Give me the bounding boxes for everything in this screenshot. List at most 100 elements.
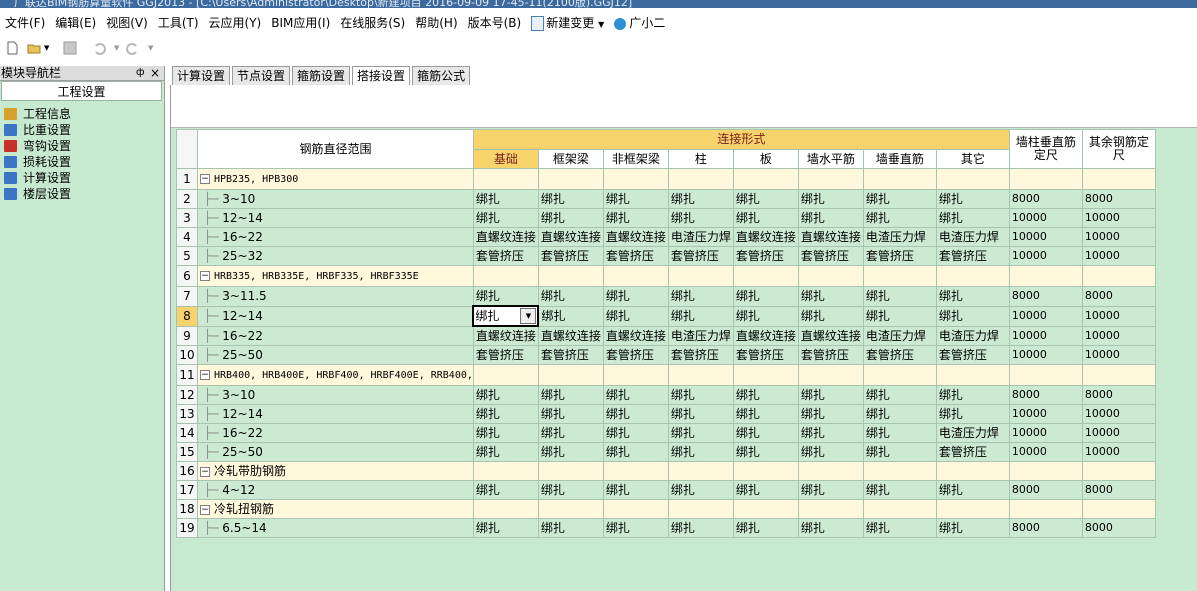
connection-cell[interactable]: 绑扎 bbox=[602, 442, 669, 462]
connection-cell[interactable]: 绑扎 bbox=[537, 423, 604, 443]
table-row[interactable]: 7 ├─ 3~11.5 绑扎 绑扎 绑扎 绑扎 绑扎 绑扎 绑扎 绑扎 8000 8000 bbox=[176, 286, 1156, 307]
row-number[interactable]: 17 bbox=[176, 480, 198, 500]
connection-cell[interactable]: 绑扎 bbox=[537, 518, 604, 538]
connection-cell[interactable]: 绑扎 bbox=[472, 423, 539, 443]
connection-cell[interactable]: 绑扎 bbox=[797, 208, 864, 228]
connection-cell[interactable]: 直螺纹连接 bbox=[732, 227, 799, 247]
menu-bim[interactable]: BIM应用(I) bbox=[266, 12, 335, 34]
connection-cell[interactable]: 套管挤压 bbox=[935, 345, 1010, 365]
other-length-cell[interactable]: 8000 bbox=[1081, 286, 1156, 307]
row-number[interactable]: 8 bbox=[176, 305, 198, 327]
connection-cell[interactable]: 绑扎 bbox=[935, 385, 1010, 405]
connection-cell[interactable]: 直螺纹连接 bbox=[797, 227, 864, 247]
connection-cell[interactable]: 绑扎 bbox=[667, 518, 734, 538]
connection-cell[interactable]: 绑扎 bbox=[862, 442, 937, 462]
connection-cell[interactable]: 绑扎 bbox=[935, 305, 1010, 327]
other-length-cell[interactable]: 8000 bbox=[1081, 189, 1156, 209]
connection-cell[interactable]: 绑扎 bbox=[667, 208, 734, 228]
connection-cell[interactable]: 绑扎 bbox=[472, 442, 539, 462]
connection-cell[interactable]: 绑扎 bbox=[732, 208, 799, 228]
nav-item[interactable]: 楼层设置 bbox=[4, 186, 71, 202]
connection-cell[interactable]: 套管挤压 bbox=[602, 345, 669, 365]
connection-cell[interactable]: 套管挤压 bbox=[537, 246, 604, 266]
menu-cloud[interactable]: 云应用(Y) bbox=[204, 12, 267, 34]
connection-cell[interactable]: 绑扎 bbox=[732, 423, 799, 443]
connection-cell[interactable]: 绑扎 bbox=[862, 385, 937, 405]
connection-cell[interactable]: 绑扎 bbox=[472, 404, 539, 424]
redo-dropdown-icon[interactable]: ▼ bbox=[148, 44, 153, 52]
row-number[interactable]: 2 bbox=[176, 189, 198, 209]
connection-cell[interactable]: 绑扎 bbox=[797, 518, 864, 538]
connection-cell[interactable]: 绑扎 bbox=[537, 404, 604, 424]
connection-cell[interactable]: 绑扎 bbox=[935, 404, 1010, 424]
connection-cell[interactable]: 套管挤压 bbox=[797, 246, 864, 266]
table-row[interactable]: 9 ├─ 16~22 直螺纹连接 直螺纹连接 直螺纹连接 电渣压力焊 直螺纹连接 直螺纹连接电… bbox=[176, 325, 1156, 346]
wall-column-length-cell[interactable]: 10000 bbox=[1008, 345, 1083, 365]
undo-icon[interactable] bbox=[92, 41, 106, 55]
wall-column-length-cell[interactable]: 10000 bbox=[1008, 404, 1083, 424]
other-length-cell[interactable]: 10000 bbox=[1081, 404, 1156, 424]
connection-cell[interactable]: 套管挤压 bbox=[732, 345, 799, 365]
connection-cell[interactable]: 绑扎 bbox=[667, 423, 734, 443]
connection-cell[interactable]: 绑扎 bbox=[667, 480, 734, 500]
connection-cell[interactable]: 电渣压力焊 bbox=[935, 423, 1010, 443]
wall-column-length-cell[interactable]: 8000 bbox=[1008, 189, 1083, 209]
other-length-cell[interactable]: 10000 bbox=[1081, 227, 1156, 247]
connection-cell[interactable]: 绑扎 bbox=[862, 518, 937, 538]
connection-cell[interactable]: 直螺纹连接 bbox=[602, 325, 669, 346]
connection-cell[interactable]: 套管挤压 bbox=[602, 246, 669, 266]
group-row[interactable]: 1− HPB235, HPB300 bbox=[176, 168, 1156, 190]
row-number[interactable]: 6 bbox=[176, 265, 198, 287]
pin-icon[interactable]: ф bbox=[136, 66, 145, 80]
nav-item[interactable]: 计算设置 bbox=[4, 170, 71, 186]
connection-cell[interactable]: 套管挤压 bbox=[935, 442, 1010, 462]
connection-cell[interactable]: 电渣压力焊 bbox=[862, 325, 937, 346]
nav-section-project-settings[interactable]: 工程设置 bbox=[1, 81, 162, 101]
connection-cell[interactable]: 电渣压力焊 bbox=[935, 227, 1010, 247]
connection-cell[interactable]: 直螺纹连接 bbox=[537, 325, 604, 346]
connection-cell[interactable]: 绑扎 bbox=[862, 480, 937, 500]
wall-column-length-cell[interactable]: 10000 bbox=[1008, 442, 1083, 462]
menu-view[interactable]: 视图(V) bbox=[101, 12, 153, 34]
connection-cell[interactable]: 套管挤压 bbox=[797, 345, 864, 365]
row-number[interactable]: 10 bbox=[176, 345, 198, 365]
row-number[interactable]: 1 bbox=[176, 168, 198, 190]
table-row[interactable]: 3 ├─ 12~14 绑扎 绑扎 绑扎 绑扎 绑扎 绑扎 绑扎 绑扎 10000 10000 bbox=[176, 208, 1156, 228]
connection-cell[interactable]: 绑扎 bbox=[667, 385, 734, 405]
tab[interactable]: 节点设置 bbox=[232, 66, 291, 85]
connection-cell[interactable]: 绑扎 bbox=[602, 189, 669, 209]
collapse-icon[interactable]: − bbox=[200, 369, 210, 380]
connection-cell[interactable]: 绑扎 bbox=[667, 286, 734, 307]
tab[interactable]: 箍筋公式 bbox=[412, 66, 471, 85]
connection-cell[interactable]: 直螺纹连接 bbox=[537, 227, 604, 247]
connection-cell[interactable]: 绑扎 bbox=[667, 442, 734, 462]
group-row[interactable]: 6− HRB335, HRB335E, HRBF335, HRBF335E bbox=[176, 265, 1156, 287]
new-change-menu[interactable]: 新建变更 ▼ bbox=[526, 12, 609, 34]
connection-cell[interactable]: 电渣压力焊 bbox=[935, 325, 1010, 346]
connection-cell[interactable]: 绑扎 bbox=[797, 385, 864, 405]
tab[interactable]: 搭接设置 bbox=[352, 66, 411, 86]
table-row[interactable]: 8 ├─ 12~14 ▼ 绑扎 绑扎 绑扎 绑扎 绑扎 绑扎 绑扎 绑扎 10000 10000 bbox=[176, 305, 1156, 327]
connection-cell[interactable]: 绑扎 bbox=[732, 404, 799, 424]
connection-cell[interactable]: 绑扎 bbox=[667, 189, 734, 209]
connection-cell[interactable]: 绑扎 bbox=[732, 442, 799, 462]
connection-cell[interactable]: 绑扎 bbox=[797, 404, 864, 424]
connection-cell[interactable]: 绑扎 bbox=[602, 423, 669, 443]
other-length-cell[interactable]: 10000 bbox=[1081, 208, 1156, 228]
connection-cell[interactable]: 绑扎 bbox=[602, 404, 669, 424]
other-length-cell[interactable]: 10000 bbox=[1081, 423, 1156, 443]
connection-cell[interactable]: 绑扎 bbox=[667, 404, 734, 424]
dropdown-arrow-icon[interactable]: ▼ bbox=[520, 308, 537, 324]
nav-item[interactable]: 工程信息 bbox=[4, 106, 71, 122]
connection-cell[interactable]: 绑扎 bbox=[935, 480, 1010, 500]
row-number[interactable]: 12 bbox=[176, 385, 198, 405]
connection-cell[interactable]: 绑扎 bbox=[472, 208, 539, 228]
connection-cell[interactable]: 绑扎 bbox=[537, 305, 604, 327]
connection-cell[interactable]: 电渣压力焊 bbox=[667, 325, 734, 346]
wall-column-length-cell[interactable]: 10000 bbox=[1008, 246, 1083, 266]
wall-column-length-cell[interactable]: 10000 bbox=[1008, 305, 1083, 327]
wall-column-length-cell[interactable]: 8000 bbox=[1008, 385, 1083, 405]
open-folder-icon[interactable] bbox=[27, 41, 41, 55]
table-row[interactable]: 12 ├─ 3~10 绑扎 绑扎 绑扎 绑扎 绑扎 绑扎 绑扎 绑扎 8000 8000 bbox=[176, 385, 1156, 405]
connection-cell[interactable]: 直螺纹连接 bbox=[472, 227, 539, 247]
